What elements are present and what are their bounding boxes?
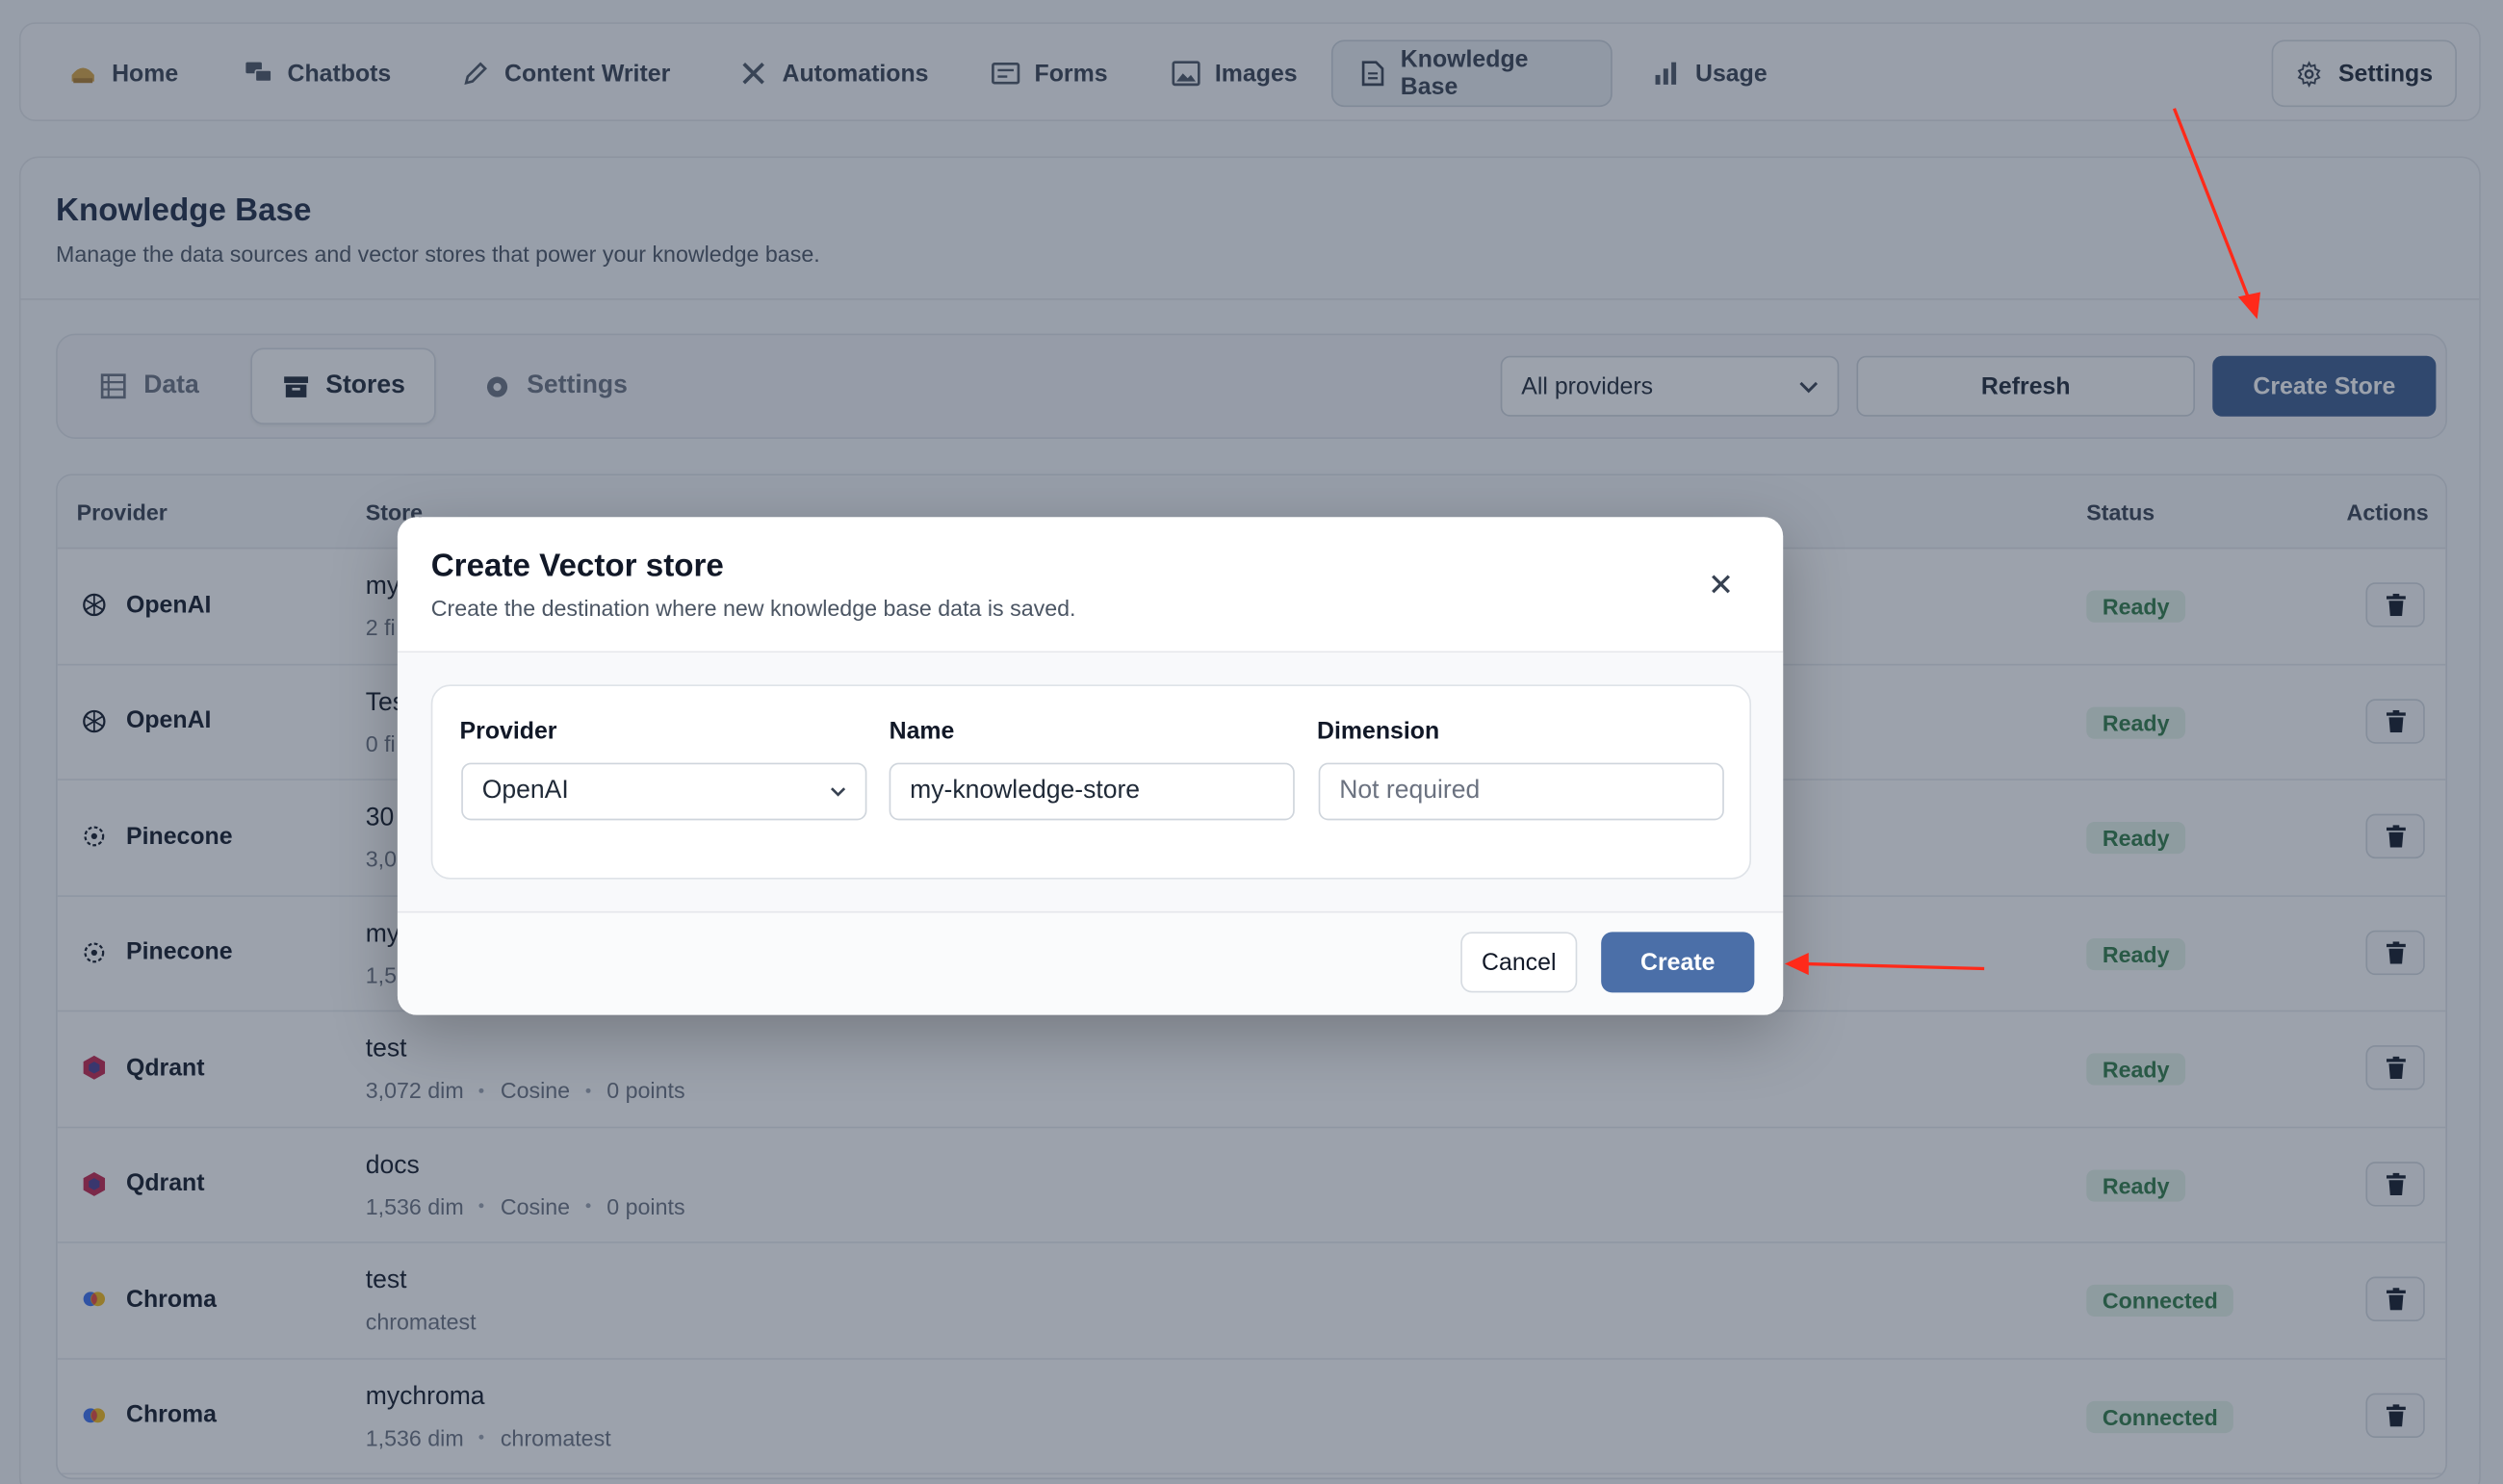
modal-title: Create Vector store — [430, 549, 724, 584]
name-input[interactable]: my-knowledge-store — [889, 762, 1295, 821]
close-icon[interactable] — [1707, 570, 1736, 599]
provider-select-value: OpenAI — [481, 777, 569, 805]
chevron-down-icon — [830, 778, 846, 806]
dimension-label: Dimension — [1317, 718, 1440, 746]
store-form: Provider OpenAI Name my-knowledge-store … — [430, 684, 1752, 880]
name-label: Name — [889, 718, 955, 746]
dimension-input[interactable]: Not required — [1318, 762, 1724, 821]
app-root: Home Chatbots Content Writer Automations… — [0, 0, 2503, 1484]
cancel-button[interactable]: Cancel — [1460, 932, 1578, 993]
provider-label: Provider — [459, 718, 557, 746]
create-button[interactable]: Create — [1601, 932, 1755, 993]
provider-select[interactable]: OpenAI — [461, 762, 867, 821]
create-vector-store-modal: Create Vector store Create the destinati… — [397, 517, 1784, 1015]
modal-description: Create the destination where new knowled… — [430, 595, 1076, 622]
